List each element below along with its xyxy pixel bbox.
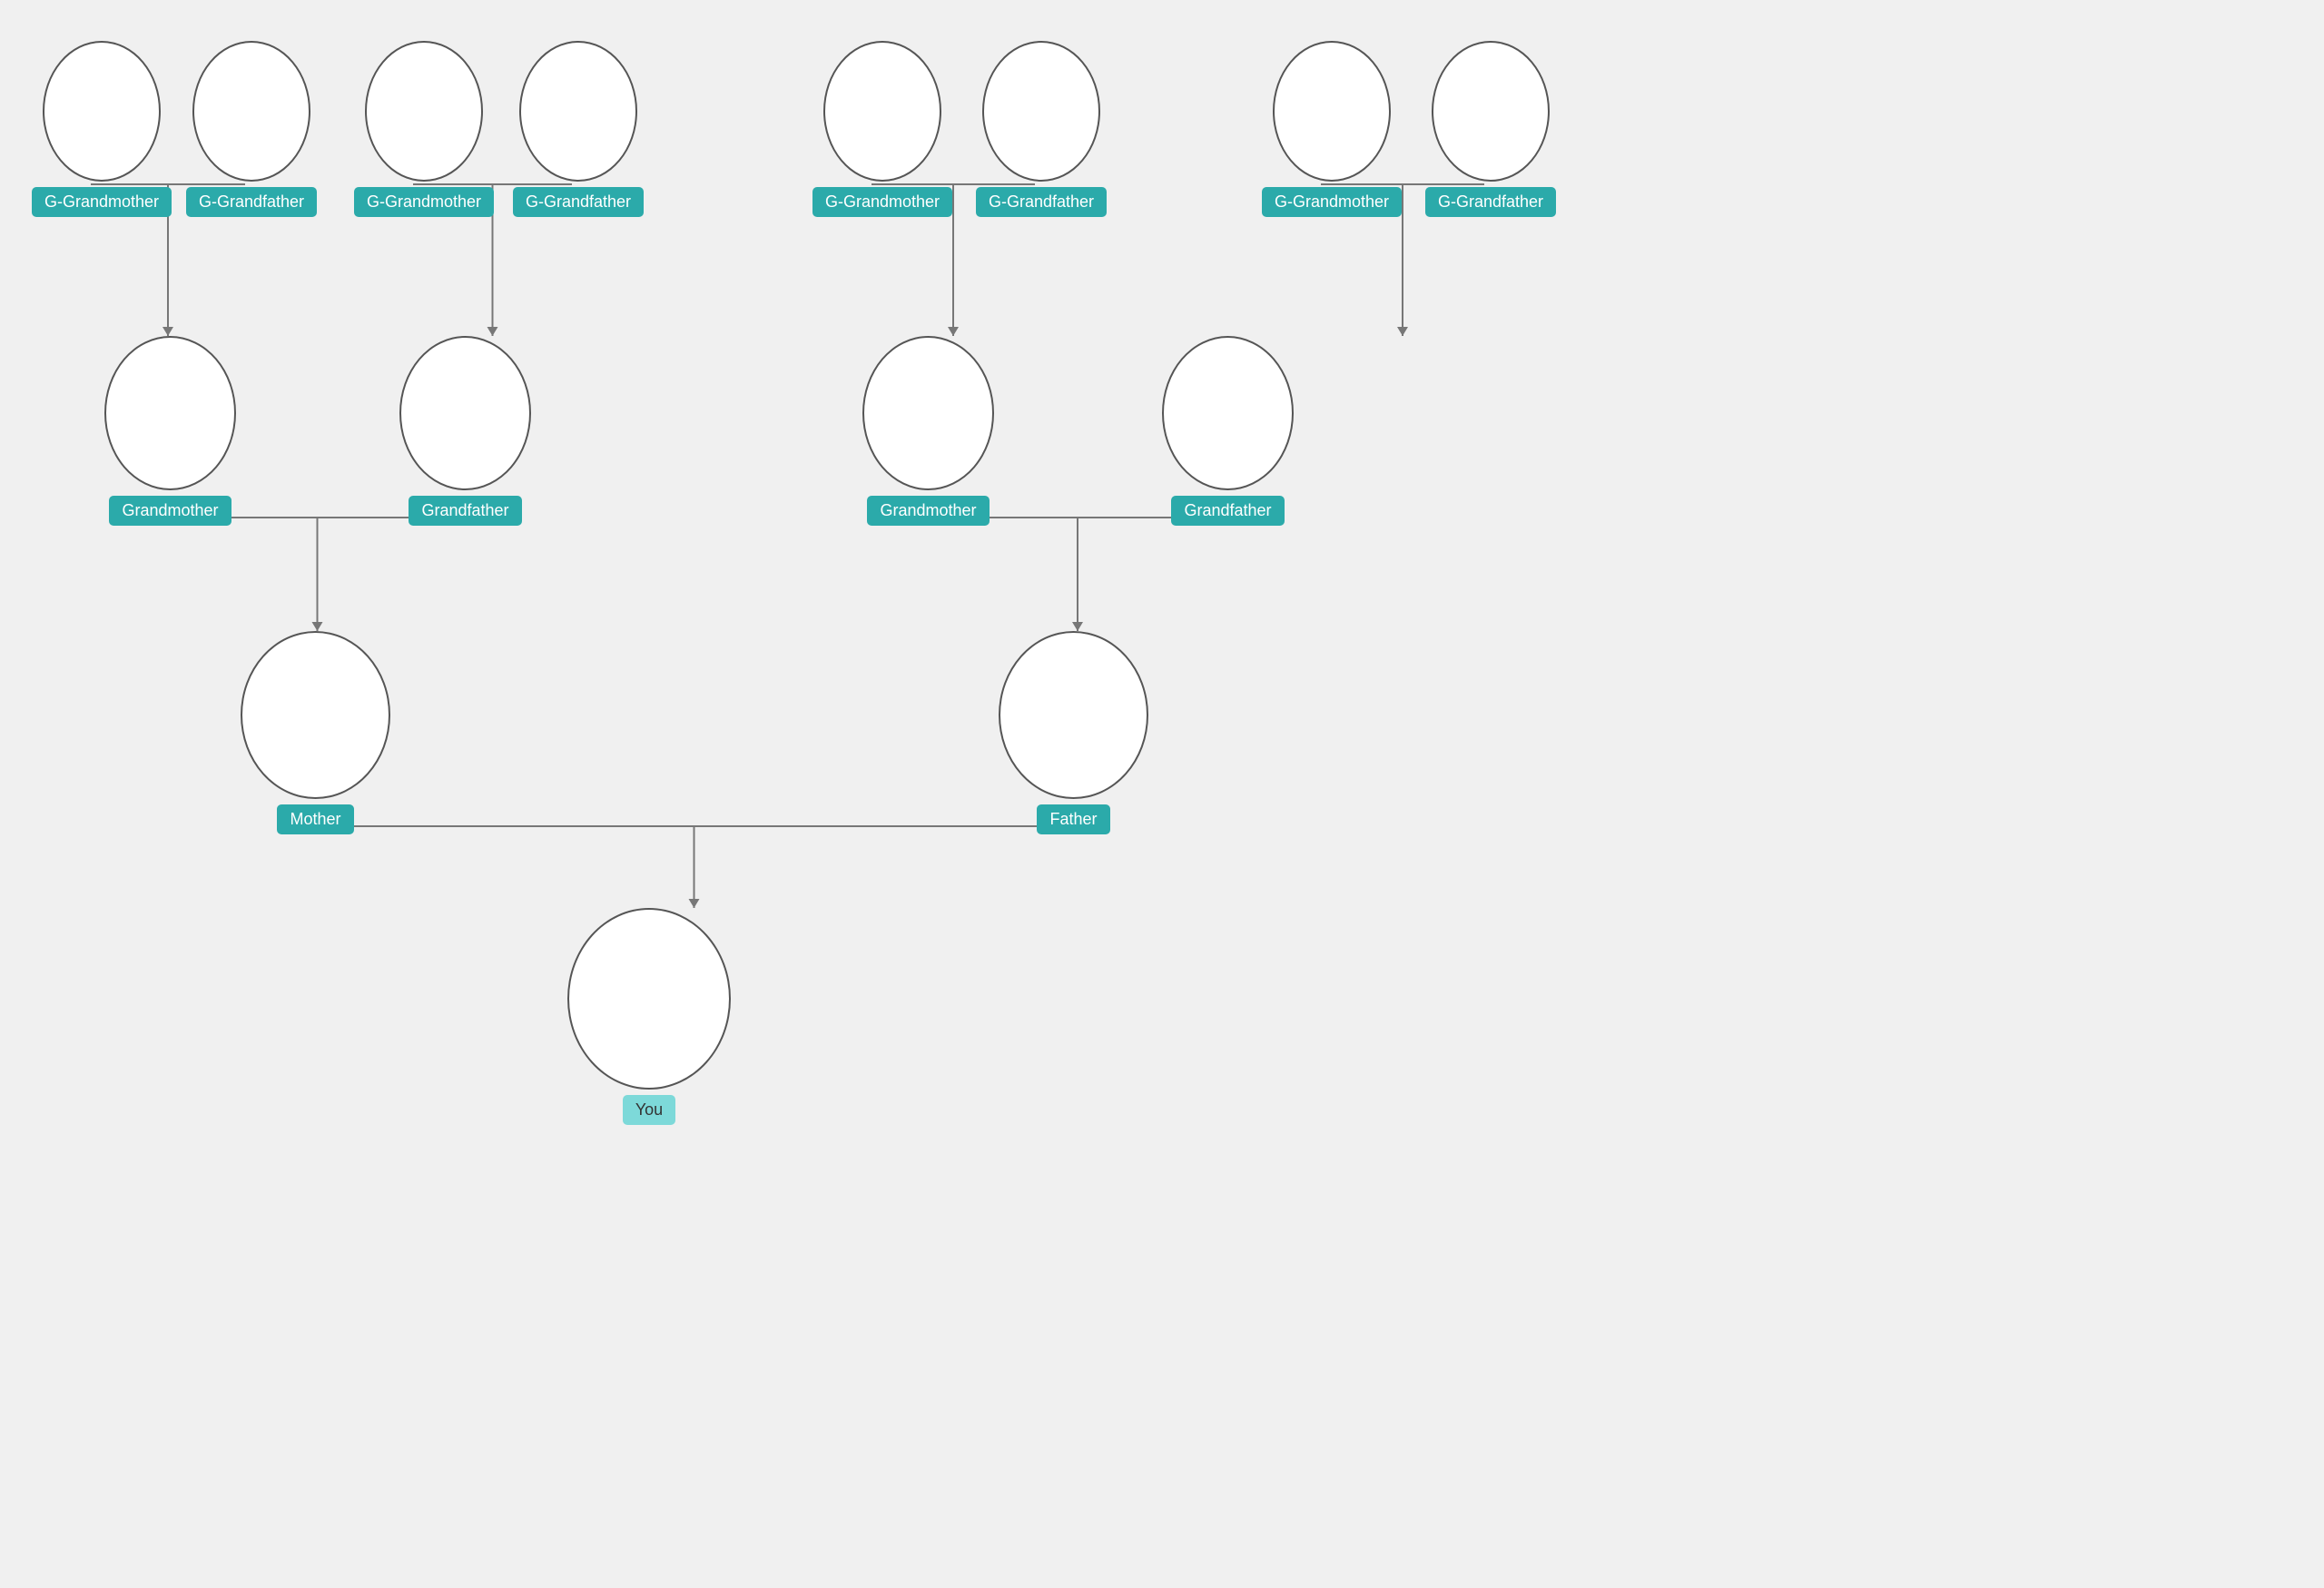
avatar-gf1 <box>399 336 531 490</box>
label-mother: Mother <box>277 804 353 834</box>
avatar-gg1 <box>43 41 161 182</box>
avatar-you <box>567 908 731 1090</box>
avatar-mother <box>241 631 390 799</box>
node-gg6: G-Grandfather <box>976 41 1107 217</box>
avatar-gg8 <box>1432 41 1550 182</box>
label-gg2: G-Grandfather <box>186 187 317 217</box>
avatar-gg4 <box>519 41 637 182</box>
node-gf2: Grandfather <box>1162 336 1294 526</box>
node-gm1: Grandmother <box>104 336 236 526</box>
family-tree: G-Grandmother G-Grandfather G-Grandmothe… <box>0 0 2324 1588</box>
node-gg8: G-Grandfather <box>1425 41 1556 217</box>
node-you: You <box>567 908 731 1125</box>
label-gm1: Grandmother <box>109 496 231 526</box>
avatar-gf2 <box>1162 336 1294 490</box>
avatar-gm1 <box>104 336 236 490</box>
label-gf1: Grandfather <box>409 496 521 526</box>
node-gf1: Grandfather <box>399 336 531 526</box>
avatar-gg6 <box>982 41 1100 182</box>
label-gg7: G-Grandmother <box>1262 187 1402 217</box>
node-gg1: G-Grandmother <box>32 41 172 217</box>
label-you: You <box>623 1095 675 1125</box>
avatar-gg3 <box>365 41 483 182</box>
label-gg6: G-Grandfather <box>976 187 1107 217</box>
node-gg4: G-Grandfather <box>513 41 644 217</box>
label-gg4: G-Grandfather <box>513 187 644 217</box>
node-father: Father <box>999 631 1148 834</box>
label-gf2: Grandfather <box>1171 496 1284 526</box>
node-gg3: G-Grandmother <box>354 41 494 217</box>
node-gg7: G-Grandmother <box>1262 41 1402 217</box>
node-gg2: G-Grandfather <box>186 41 317 217</box>
avatar-gg7 <box>1273 41 1391 182</box>
label-gg3: G-Grandmother <box>354 187 494 217</box>
label-gg5: G-Grandmother <box>812 187 952 217</box>
node-gg5: G-Grandmother <box>812 41 952 217</box>
avatar-father <box>999 631 1148 799</box>
label-gg8: G-Grandfather <box>1425 187 1556 217</box>
avatar-gm2 <box>862 336 994 490</box>
label-father: Father <box>1037 804 1109 834</box>
label-gg1: G-Grandmother <box>32 187 172 217</box>
node-mother: Mother <box>241 631 390 834</box>
avatar-gg2 <box>192 41 310 182</box>
node-gm2: Grandmother <box>862 336 994 526</box>
avatar-gg5 <box>823 41 941 182</box>
label-gm2: Grandmother <box>867 496 989 526</box>
